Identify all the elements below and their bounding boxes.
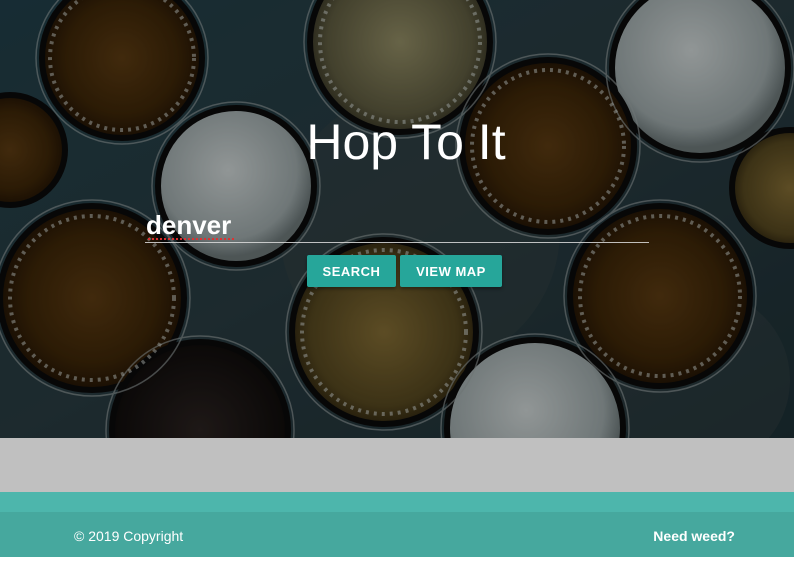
hero-section: Hop To It SEARCH VIEW MAP: [0, 0, 794, 438]
footer-bottom-edge: [0, 557, 794, 569]
page-title: Hop To It: [306, 114, 506, 170]
search-input[interactable]: [145, 208, 649, 242]
search-button[interactable]: SEARCH: [307, 255, 396, 287]
copyright-text: © 2019 Copyright: [74, 528, 184, 544]
need-weed-link[interactable]: Need weed?: [653, 528, 735, 544]
footer-top-strip: [0, 492, 794, 512]
spellcheck-underline: [147, 238, 235, 241]
page: Hop To It SEARCH VIEW MAP © 2019 Copyrig…: [0, 0, 794, 569]
search-field[interactable]: [145, 208, 649, 243]
content-area: [0, 438, 794, 492]
view-map-button[interactable]: VIEW MAP: [400, 255, 502, 287]
footer: © 2019 Copyright Need weed?: [0, 492, 794, 569]
